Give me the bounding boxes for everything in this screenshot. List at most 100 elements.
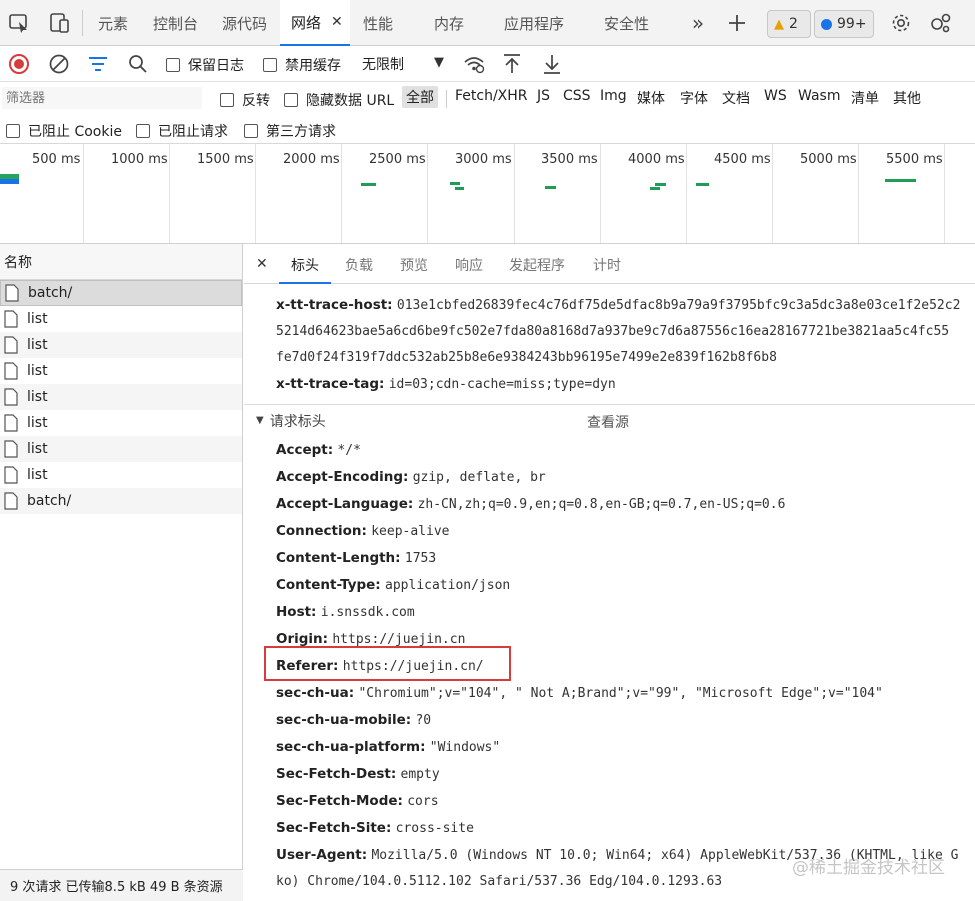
request-header-row: Content-Length: 1753 <box>276 550 437 566</box>
filter-type-other[interactable]: 其他 <box>893 88 921 108</box>
clear-icon[interactable] <box>48 53 70 79</box>
request-row[interactable]: list <box>0 306 242 332</box>
timeline-request-bar <box>650 187 660 190</box>
view-source-link[interactable]: 查看源 <box>587 412 629 432</box>
tab-preview[interactable]: 预览 <box>400 255 428 275</box>
filter-type-js[interactable]: JS <box>537 88 550 104</box>
messages-badge[interactable]: 99+ <box>814 10 874 38</box>
tab-response[interactable]: 响应 <box>455 255 483 275</box>
tab-console[interactable]: 控制台 <box>153 0 198 46</box>
request-detail-panel: ✕ 标头 负载 预览 响应 发起程序 计时 x-tt-trace-host: 0… <box>244 244 975 901</box>
request-header-row: Content-Type: application/json <box>276 577 511 593</box>
tab-initiator[interactable]: 发起程序 <box>509 255 565 275</box>
response-header-value-cont: fe7d0f24f319f7ddc532ab25b8e6e9384243bb96… <box>276 350 777 365</box>
request-row[interactable]: list <box>0 332 242 358</box>
blocked-cookies-checkbox[interactable]: 已阻止 Cookie <box>6 121 122 141</box>
record-stop-icon[interactable] <box>9 54 29 74</box>
tab-sources[interactable]: 源代码 <box>222 0 267 46</box>
tab-payload[interactable]: 负载 <box>345 255 373 275</box>
timeline-request-bar <box>655 183 666 186</box>
tab-headers[interactable]: 标头 <box>279 255 331 284</box>
import-har-icon[interactable] <box>501 52 523 80</box>
tab-elements[interactable]: 元素 <box>98 0 128 46</box>
timeline-request-bar <box>885 179 916 182</box>
request-row[interactable]: list <box>0 384 242 410</box>
filter-type-css[interactable]: CSS <box>563 88 591 104</box>
request-row[interactable]: list <box>0 410 242 436</box>
filter-input[interactable] <box>2 87 202 109</box>
invert-checkbox[interactable]: 反转 <box>220 90 270 110</box>
expand-triangle-icon: ▼ <box>256 415 264 426</box>
network-overview-timeline[interactable]: 500 ms 1000 ms 1500 ms 2000 ms 2500 ms 3… <box>0 144 975 244</box>
message-icon <box>821 18 832 30</box>
disable-cache-checkbox[interactable]: 禁用缓存 <box>263 55 341 75</box>
more-tabs-icon[interactable]: » <box>683 8 713 38</box>
tab-network[interactable]: 网络 ✕ <box>280 0 350 46</box>
request-headers-section[interactable]: ▼ 请求标头 查看源 <box>244 404 975 436</box>
filter-type-img[interactable]: Img <box>600 88 627 104</box>
network-toolbar: 保留日志 禁用缓存 无限制 ▼ <box>0 46 975 82</box>
filter-icon[interactable] <box>87 54 109 78</box>
tab-memory[interactable]: 内存 <box>434 0 464 46</box>
third-party-checkbox[interactable]: 第三方请求 <box>244 121 336 141</box>
tab-application[interactable]: 应用程序 <box>504 0 564 46</box>
request-row[interactable]: list <box>0 358 242 384</box>
request-header-row: Sec-Fetch-Dest: empty <box>276 766 440 782</box>
search-icon[interactable] <box>127 53 149 79</box>
preserve-log-checkbox[interactable]: 保留日志 <box>166 55 244 75</box>
devtools-tabbar: 元素 控制台 源代码 网络 ✕ 性能 内存 应用程序 安全性 » ▲ 2 99+ <box>0 0 975 46</box>
warnings-badge[interactable]: ▲ 2 <box>767 10 811 38</box>
inspect-element-icon[interactable] <box>4 8 34 38</box>
request-row[interactable]: batch/ <box>0 488 242 514</box>
close-tab-icon[interactable]: ✕ <box>331 14 343 30</box>
add-tab-icon[interactable] <box>722 8 752 38</box>
request-header-row: Sec-Fetch-Site: cross-site <box>276 820 474 836</box>
timeline-tick-label: 500 ms <box>32 152 81 167</box>
filter-type-doc[interactable]: 文档 <box>722 88 750 108</box>
timeline-request-bar <box>696 183 709 186</box>
network-conditions-icon[interactable] <box>462 53 486 79</box>
section-title: 请求标头 <box>269 413 326 430</box>
request-header-row: Accept-Encoding: gzip, deflate, br <box>276 469 546 485</box>
request-header-row: sec-ch-ua: "Chromium";v="104", " Not A;B… <box>276 685 883 701</box>
filter-type-all[interactable]: 全部 <box>402 86 438 108</box>
detail-tabs: ✕ 标头 负载 预览 响应 发起程序 计时 <box>244 244 975 284</box>
filter-type-wasm[interactable]: Wasm <box>798 88 840 104</box>
filter-type-font[interactable]: 字体 <box>680 88 708 108</box>
device-emulation-icon[interactable] <box>44 8 74 38</box>
file-icon <box>4 466 18 484</box>
timeline-request-bar <box>0 174 19 184</box>
dropdown-arrow-icon: ▼ <box>434 55 444 70</box>
tab-performance[interactable]: 性能 <box>363 0 393 46</box>
request-row[interactable]: list <box>0 436 242 462</box>
customize-devtools-icon[interactable] <box>926 8 956 38</box>
timeline-tick-label: 4500 ms <box>714 152 771 167</box>
file-icon <box>4 362 18 380</box>
timeline-tick-label: 3500 ms <box>541 152 598 167</box>
file-icon <box>4 414 18 432</box>
close-detail-icon[interactable]: ✕ <box>256 256 268 272</box>
timeline-tick-label: 4000 ms <box>628 152 685 167</box>
hide-data-urls-checkbox[interactable]: 隐藏数据 URL <box>284 90 394 110</box>
request-header-row: Sec-Fetch-Mode: cors <box>276 793 439 809</box>
referer-highlight-box <box>264 646 511 681</box>
tab-security[interactable]: 安全性 <box>604 0 649 46</box>
request-row[interactable]: list <box>0 462 242 488</box>
filter-type-media[interactable]: 媒体 <box>637 88 665 108</box>
watermark: @稀土掘金技术社区 <box>792 858 945 878</box>
blocked-requests-checkbox[interactable]: 已阻止请求 <box>136 121 228 141</box>
filter-type-ws[interactable]: WS <box>764 88 787 104</box>
request-list: 名称 batch/ list list list list list list … <box>0 244 243 901</box>
timeline-tick-label: 1000 ms <box>111 152 168 167</box>
export-har-icon[interactable] <box>541 52 563 80</box>
filter-type-fetch-xhr[interactable]: Fetch/XHR <box>455 88 528 104</box>
tab-timing[interactable]: 计时 <box>593 255 621 275</box>
file-icon <box>4 336 18 354</box>
column-header-name[interactable]: 名称 <box>0 244 242 280</box>
settings-gear-icon[interactable] <box>886 8 916 38</box>
request-row[interactable]: batch/ <box>0 280 242 306</box>
request-header-row: sec-ch-ua-platform: "Windows" <box>276 739 501 755</box>
throttle-select[interactable]: 无限制 ▼ <box>356 51 450 77</box>
timeline-request-bar <box>450 182 460 185</box>
filter-type-manifest[interactable]: 清单 <box>851 88 879 108</box>
